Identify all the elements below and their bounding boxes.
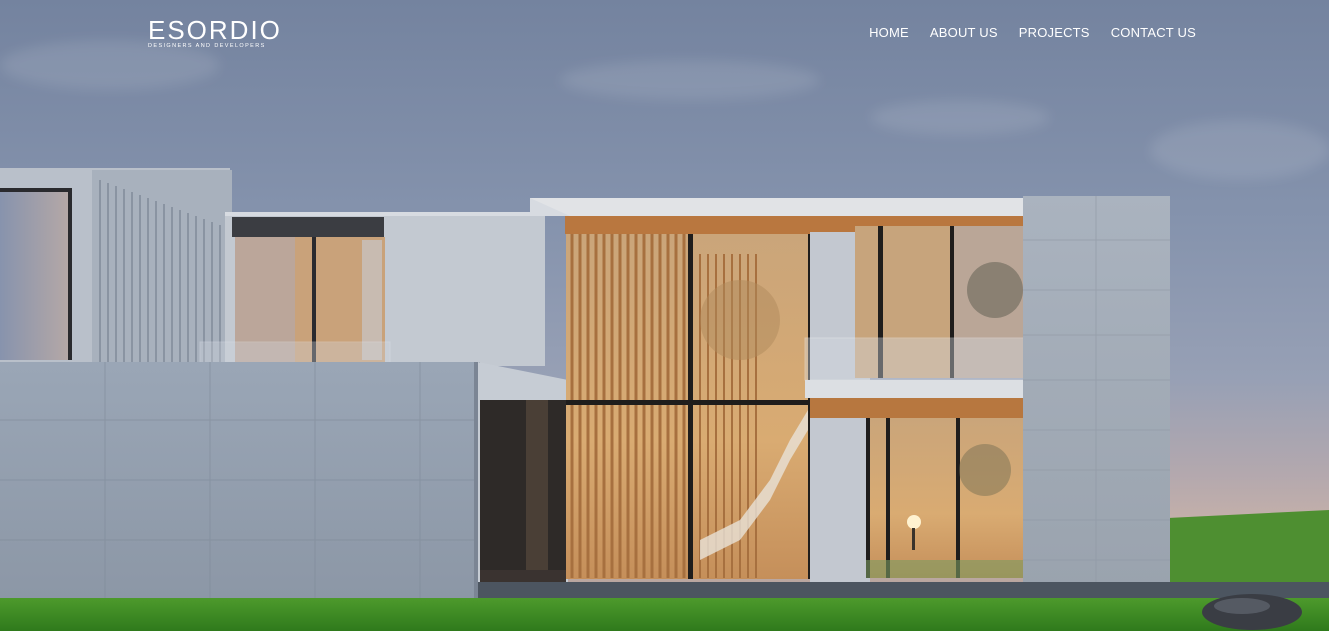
brand-logo[interactable]: ESORDIO DESIGNERS AND DEVELOPERS	[148, 17, 282, 50]
stone-tower	[1023, 196, 1170, 586]
nav-home[interactable]: HOME	[869, 25, 909, 40]
left-window	[0, 190, 72, 360]
distant-lawn	[1168, 510, 1329, 590]
nav-about-us[interactable]: ABOUT US	[930, 25, 998, 40]
site-header: ESORDIO DESIGNERS AND DEVELOPERS HOME AB…	[0, 0, 1329, 70]
house-illustration	[0, 168, 1329, 631]
nav-projects[interactable]: PROJECTS	[1019, 25, 1090, 40]
lawn	[0, 598, 1329, 631]
stone-base-wall	[0, 362, 480, 600]
balcony-railing	[804, 337, 1026, 381]
lamp	[907, 515, 921, 529]
entrance-recess	[480, 400, 566, 582]
main-nav: HOME ABOUT US PROJECTS CONTACT US	[869, 25, 1196, 40]
nav-contact-us[interactable]: CONTACT US	[1111, 25, 1196, 40]
hero-section: ESORDIO DESIGNERS AND DEVELOPERS HOME AB…	[0, 0, 1329, 631]
paving-strip	[478, 582, 1329, 598]
logo-wordmark: ESORDIO	[148, 15, 282, 45]
logo-tagline: DESIGNERS AND DEVELOPERS	[148, 43, 266, 49]
louver-panel	[92, 170, 232, 365]
